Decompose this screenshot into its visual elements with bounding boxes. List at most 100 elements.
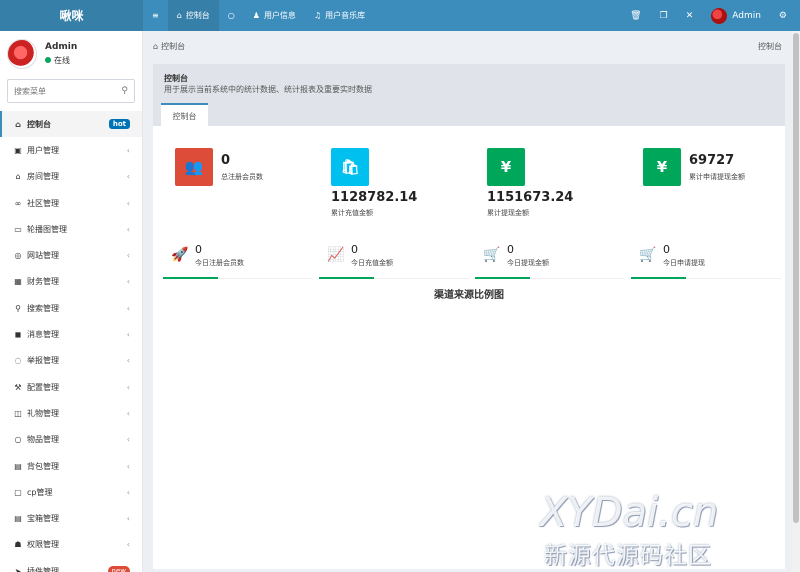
sidebar: Admin 在线 ⚲ ⌂ 控制台 hot ▣ 用户管理 ‹ ⌂ 房间管理 ‹ ∞ 社区管理 ‹ ▭ 轮播图… (0, 31, 143, 572)
progress-bar (319, 277, 374, 279)
top-nav-user-info[interactable]: ♟ 用户信息 (244, 0, 305, 31)
menu-item-icon: ⌂ (15, 172, 21, 182)
top-nav-music-library[interactable]: ♫ 用户音乐库 (305, 0, 374, 31)
top-nav-dashboard[interactable]: ⌂ 控制台 (167, 0, 219, 31)
user-name: Admin (45, 41, 78, 52)
sidebar-item[interactable]: ◫ 礼物管理 ‹ (0, 400, 142, 426)
scrollbar-thumb[interactable] (793, 33, 799, 523)
brand-logo[interactable]: 啾咪 (0, 0, 143, 31)
top-nav-label: 用户音乐库 (325, 11, 366, 20)
search-input[interactable] (14, 86, 122, 96)
chevron-left-icon: ‹ (126, 487, 130, 497)
chevron-left-icon: ‹ (126, 303, 130, 313)
user-icon: ♟ (252, 11, 260, 20)
stat-value: 1128782.14 (331, 190, 418, 205)
chevron-left-icon: ‹ (126, 251, 130, 261)
rocket-icon: 🚀 (171, 247, 189, 263)
chevron-left-icon: ‹ (126, 330, 130, 340)
sidebar-item[interactable]: ◼ 消息管理 ‹ (0, 321, 142, 347)
sidebar-toggle-button[interactable]: ≡ (143, 0, 168, 31)
line-chart-icon: 📈 (327, 247, 345, 263)
search-icon[interactable]: ⚲ (121, 86, 128, 96)
copy-icon: ❐ (659, 10, 668, 21)
sidebar-item[interactable]: ○ 物品管理 ‹ (0, 427, 142, 453)
sidebar-item-label: 消息管理 (27, 330, 59, 340)
sidebar-item[interactable]: ⌂ 房间管理 ‹ (0, 164, 142, 190)
menu-item-icon: ⌂ (15, 119, 21, 129)
circle-icon: ○ (227, 11, 235, 20)
stat-label: 累计充值金额 (331, 209, 373, 217)
sidebar-item-label: 举报管理 (27, 356, 59, 366)
sidebar-item[interactable]: ◎ 网站管理 ‹ (0, 242, 142, 268)
menu-item-icon: ➤ (14, 566, 22, 572)
stat-label: 累计提现金额 (487, 209, 529, 217)
page-description: 用于展示当前系统中的统计数据、统计报表及重要实时数据 (164, 85, 372, 94)
avatar (711, 7, 728, 24)
sidebar-item[interactable]: ▦ 财务管理 ‹ (0, 269, 142, 295)
chevron-left-icon: ‹ (126, 198, 130, 208)
sidebar-item-label: 宝箱管理 (27, 514, 59, 524)
shopping-bag-icon: 🛍 (331, 148, 369, 186)
sidebar-item[interactable]: ◌ 举报管理 ‹ (0, 348, 142, 374)
menu-item-icon: ◎ (14, 251, 22, 261)
chevron-left-icon: ‹ (126, 540, 130, 550)
sidebar-menu: ⌂ 控制台 hot ▣ 用户管理 ‹ ⌂ 房间管理 ‹ ∞ 社区管理 ‹ ▭ 轮播图管理 ‹ ◎ 网站管理 ‹ ▦ 财… (0, 111, 142, 572)
breadcrumb: ⌂ 控制台 控制台 (143, 31, 792, 61)
dashboard-icon: ⌂ (176, 11, 182, 20)
sidebar-item-label: 礼物管理 (27, 408, 59, 418)
chevron-left-icon: ‹ (126, 224, 130, 234)
top-nav-label: 用户信息 (263, 11, 296, 20)
sidebar-item[interactable]: ▣ 用户管理 ‹ (0, 137, 142, 163)
breadcrumb-right: 控制台 (758, 41, 782, 51)
cart-icon: 🛒 (639, 247, 657, 263)
chevron-left-icon: ‹ (126, 382, 130, 392)
user-name: Admin (732, 10, 761, 21)
sidebar-item[interactable]: ▤ 背包管理 ‹ (0, 453, 142, 479)
sidebar-item-label: 网站管理 (27, 251, 59, 261)
tab-dashboard[interactable]: 控制台 (161, 103, 208, 127)
main-content: ⌂ 控制台 控制台 控制台 用于展示当前系统中的统计数据、统计报表及重要实时数据… (143, 31, 792, 572)
dashboard-panel: 👥 0 总注册会员数 🛍 1128782.14 累计充值金额 ¥ 1151673… (153, 126, 785, 569)
top-nav-circle[interactable]: ○ (219, 0, 244, 31)
stat-total-members: 👥 0 总注册会员数 (165, 148, 315, 198)
sidebar-item[interactable]: ☗ 权限管理 ‹ (0, 532, 142, 558)
online-dot-icon (45, 57, 51, 63)
mini-stat-label: 今日充值金额 (351, 259, 393, 267)
sidebar-item[interactable]: ⚒ 配置管理 ‹ (0, 374, 142, 400)
home-icon: ⌂ (153, 41, 159, 51)
sidebar-item[interactable]: ▤ 宝箱管理 ‹ (0, 505, 142, 531)
chevron-left-icon: ‹ (126, 356, 130, 366)
settings-button[interactable]: ⚙ (770, 0, 796, 31)
sidebar-item[interactable]: ⚲ 搜索管理 ‹ (0, 295, 142, 321)
scrollbar[interactable] (792, 31, 800, 572)
menu-item-icon: ◫ (14, 408, 22, 418)
sidebar-item[interactable]: ∞ 社区管理 ‹ (0, 190, 142, 216)
stat-total-withdraw: ¥ 1151673.24 累计提现金额 (477, 148, 627, 217)
page-title: 控制台 (164, 74, 188, 83)
trash-button[interactable]: 🗑 (621, 0, 650, 31)
copy-button[interactable]: ❐ (651, 0, 677, 31)
breadcrumb-current[interactable]: 控制台 (161, 41, 185, 52)
mini-stat-today-members: 🚀 0 今日注册会员数 (163, 241, 313, 279)
sidebar-item[interactable]: ⌂ 控制台 hot (0, 111, 142, 138)
status-badge: 在线 (45, 55, 77, 66)
mini-stat-today-withdraw: 🛒 0 今日提现金额 (475, 241, 625, 279)
menu-item-icon: ▢ (14, 487, 22, 497)
sidebar-item-label: 用户管理 (27, 145, 59, 155)
mini-stat-label: 今日提现金额 (507, 259, 549, 267)
menu-badge: new (107, 566, 130, 572)
menu-item-icon: ▤ (14, 514, 22, 524)
sidebar-item[interactable]: ▭ 轮播图管理 ‹ (0, 216, 142, 242)
stat-value: 69727 (689, 153, 735, 168)
fullscreen-button[interactable]: ✕ (677, 0, 703, 31)
user-menu[interactable]: Admin (702, 0, 770, 31)
gear-icon: ⚙ (778, 10, 787, 21)
sidebar-item[interactable]: ➤ 插件管理 new (0, 558, 142, 572)
chevron-left-icon: ‹ (126, 435, 130, 445)
sidebar-item[interactable]: ▢ cp管理 ‹ (0, 479, 142, 505)
chevron-left-icon: ‹ (126, 461, 130, 471)
menu-item-icon: ∞ (14, 198, 22, 208)
user-panel: Admin 在线 (0, 31, 142, 76)
yen-icon: ¥ (643, 148, 681, 186)
stat-value: 1151673.24 (487, 190, 574, 205)
